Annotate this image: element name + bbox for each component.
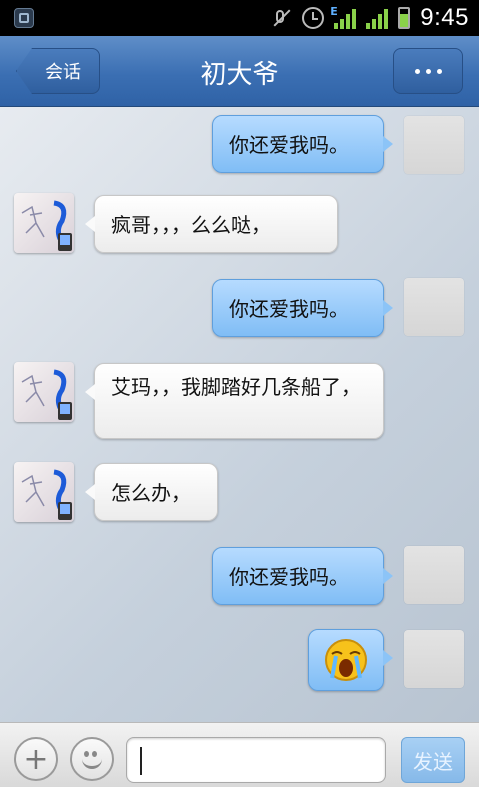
contact-avatar[interactable] xyxy=(14,193,74,253)
message-text: 怎么办， xyxy=(111,481,191,505)
emoji-button[interactable] xyxy=(70,737,114,781)
message-bubble-received[interactable]: 艾玛，，我脚踏好几条船了， xyxy=(85,363,384,439)
message-text: 艾玛，，我脚踏好几条船了， xyxy=(111,375,361,399)
contact-avatar[interactable] xyxy=(14,362,74,422)
chat-area[interactable]: 你还爱我吗。 疯哥，，，么么哒， 你还爱我吗。 艾玛，，我脚踏好几条船了， 怎么… xyxy=(0,107,479,722)
network-type-label: E xyxy=(330,5,338,18)
message-bubble-received[interactable]: 疯哥，，，么么哒， xyxy=(85,195,338,253)
message-text: 疯哥，，，么么哒， xyxy=(111,213,271,237)
message-bubble-sent[interactable]: 你还爱我吗。 xyxy=(212,115,393,173)
plus-button[interactable]: + xyxy=(14,737,58,781)
crying-emoji-icon xyxy=(325,639,367,681)
more-button[interactable] xyxy=(393,48,463,94)
message-input[interactable] xyxy=(126,737,386,783)
more-dot-icon xyxy=(414,68,420,74)
message-bubble-sent[interactable]: 你还爱我吗。 xyxy=(212,547,393,605)
mute-icon xyxy=(270,7,292,29)
my-avatar[interactable] xyxy=(404,278,464,336)
alarm-icon xyxy=(302,7,325,29)
input-bar: + 发送 xyxy=(0,722,479,787)
avatar-drawing-icon xyxy=(21,469,72,520)
more-dot-icon xyxy=(436,68,442,74)
smiley-icon xyxy=(82,759,102,769)
battery-icon xyxy=(398,7,411,29)
signal-icon xyxy=(366,7,389,29)
text-cursor xyxy=(140,747,142,775)
send-button[interactable]: 发送 xyxy=(401,737,465,783)
clock: 9:45 xyxy=(420,4,469,31)
message-text: 你还爱我吗。 xyxy=(229,565,349,589)
avatar-drawing-icon xyxy=(21,200,72,251)
message-bubble-received[interactable]: 怎么办， xyxy=(85,463,218,521)
contact-avatar[interactable] xyxy=(14,462,74,522)
my-avatar[interactable] xyxy=(404,546,464,604)
more-dot-icon xyxy=(425,68,431,74)
status-bar: E 9:45 xyxy=(0,0,479,36)
my-avatar[interactable] xyxy=(404,116,464,174)
app-notification-icon xyxy=(14,8,34,28)
my-avatar[interactable] xyxy=(404,630,464,688)
message-text: 你还爱我吗。 xyxy=(229,133,349,157)
status-icons: E 9:45 xyxy=(270,0,469,36)
title-bar: 会话 初大爷 xyxy=(0,36,479,107)
signal-e-icon: E xyxy=(330,5,357,29)
message-bubble-sticker[interactable] xyxy=(308,629,393,691)
message-bubble-sent[interactable]: 你还爱我吗。 xyxy=(212,279,393,337)
message-text: 你还爱我吗。 xyxy=(229,297,349,321)
avatar-drawing-icon xyxy=(21,369,72,420)
